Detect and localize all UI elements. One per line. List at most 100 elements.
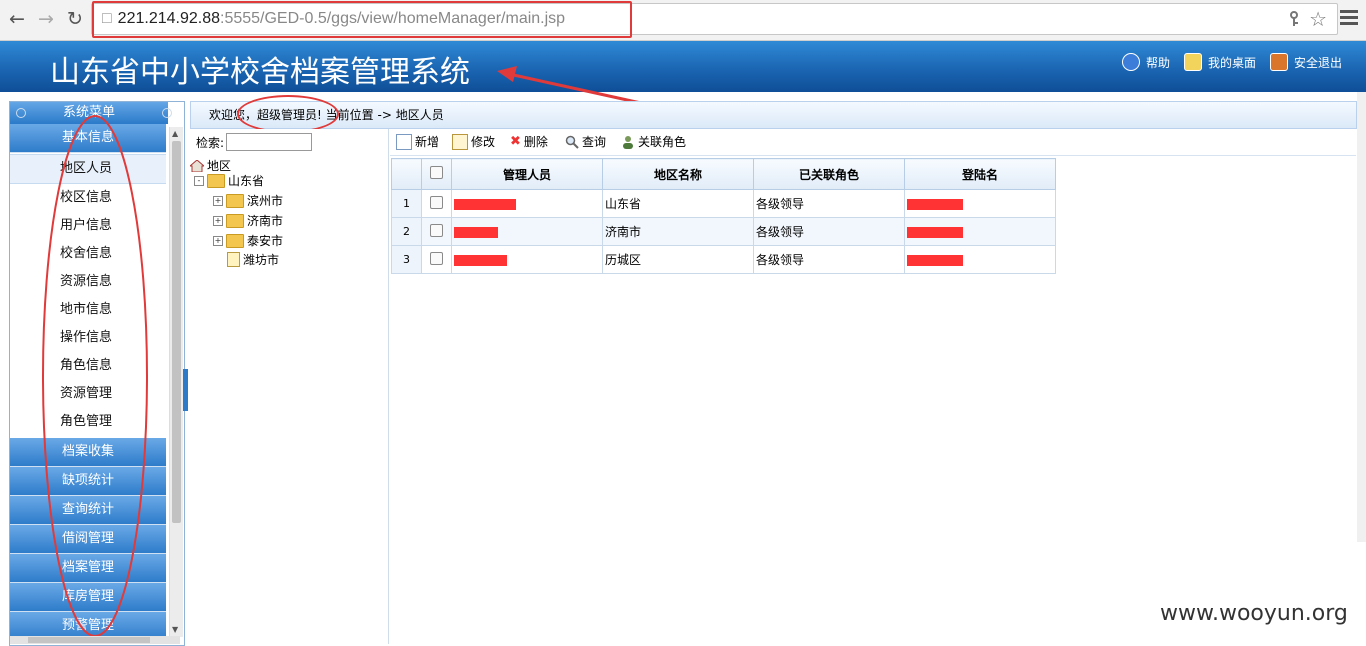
staff-grid: 管理人员 地区名称 已关联角色 登陆名 1 山东省 各级领导 2 济南市 各级领…	[391, 158, 1056, 274]
tree-search-input[interactable]	[226, 133, 313, 151]
table-row[interactable]: 3 历城区 各级领导	[391, 245, 1056, 274]
scroll-down-icon[interactable]: ▼	[172, 625, 178, 634]
desktop-label: 我的桌面	[1207, 55, 1256, 70]
tree-city-label: 济南市	[247, 214, 284, 228]
column-header-login[interactable]: 登陆名	[904, 158, 1056, 190]
url-annotation-box	[92, 1, 632, 38]
back-arrow-icon[interactable]: ←	[7, 9, 27, 29]
redacted-block	[454, 226, 498, 238]
collapse-minus-icon[interactable]: -	[194, 175, 204, 186]
tree-search-label: 检索:	[196, 135, 225, 150]
query-button[interactable]: 查询	[565, 133, 606, 150]
redacted-block	[907, 198, 963, 210]
desktop-icon	[1183, 53, 1202, 71]
region-cell: 历城区	[602, 245, 754, 274]
delete-x-icon: ✖	[510, 134, 521, 149]
row-number: 2	[391, 217, 422, 246]
select-all-checkbox[interactable]	[430, 166, 443, 179]
tree-node-city[interactable]: + 滨州市	[213, 192, 283, 209]
edit-label: 修改	[471, 135, 496, 149]
row-checkbox[interactable]	[430, 223, 443, 237]
folder-open-icon	[207, 173, 225, 188]
sidebar-scroll-thumb[interactable]	[172, 141, 181, 523]
tree-city-label: 潍坊市	[243, 253, 280, 267]
browser-menu-icon[interactable]	[1340, 10, 1358, 28]
manager-cell	[451, 245, 603, 274]
key-icon[interactable]	[1287, 11, 1301, 27]
current-location: 地区人员	[395, 108, 444, 122]
delete-label: 删除	[523, 135, 548, 149]
breadcrumb-arrow: ->	[377, 108, 392, 122]
table-row[interactable]: 2 济南市 各级领导	[391, 217, 1056, 246]
column-header-region[interactable]: 地区名称	[602, 158, 754, 190]
grid-toolbar: 新增 修改 ✖ 删除 查询 关联角色	[390, 129, 1356, 156]
expand-plus-icon[interactable]: +	[213, 195, 223, 206]
help-label: 帮助	[1145, 55, 1170, 70]
add-button[interactable]: 新增	[396, 133, 439, 150]
leaf-page-icon	[227, 252, 240, 267]
row-checkbox[interactable]	[430, 251, 443, 265]
add-page-icon	[396, 133, 412, 150]
edit-button[interactable]: 修改	[452, 133, 495, 150]
row-number-header	[391, 158, 422, 190]
sidebar-dot-icon	[16, 108, 26, 118]
browser-toolbar: ← → ↻ □ 221.214.92.88:5555/GED-0.5/ggs/vi…	[0, 0, 1366, 41]
role-cell: 各级领导	[753, 189, 905, 218]
help-icon	[1121, 53, 1140, 71]
app-title: 山东省中小学校舍档案管理系统	[50, 55, 470, 90]
delete-button[interactable]: ✖ 删除	[510, 133, 548, 150]
folder-icon	[226, 193, 244, 208]
row-checkbox-cell[interactable]	[421, 217, 452, 246]
header-links: 帮助 我的桌面 安全退出	[1121, 53, 1342, 71]
tree-node-city[interactable]: + 泰安市	[213, 232, 283, 249]
logout-link[interactable]: 安全退出	[1269, 53, 1342, 71]
manager-cell	[451, 189, 603, 218]
logout-label: 安全退出	[1293, 55, 1342, 70]
role-cell: 各级领导	[753, 217, 905, 246]
redacted-block	[454, 198, 516, 210]
link-role-button[interactable]: 关联角色	[621, 133, 686, 150]
query-label: 查询	[582, 135, 607, 149]
scroll-up-icon[interactable]: ▲	[172, 129, 178, 138]
row-number: 3	[391, 245, 422, 274]
sidebar-horizontal-scrollbar[interactable]	[10, 636, 180, 644]
grid-header-row: 管理人员 地区名称 已关联角色 登陆名	[391, 158, 1056, 190]
bookmark-star-icon[interactable]: ☆	[1309, 7, 1327, 31]
select-all-header[interactable]	[421, 158, 452, 190]
row-checkbox[interactable]	[430, 195, 443, 209]
column-header-manager[interactable]: 管理人员	[451, 158, 603, 190]
role-cell: 各级领导	[753, 245, 905, 274]
tree-search-row: 检索:	[196, 133, 313, 151]
expand-plus-icon[interactable]: +	[213, 235, 223, 246]
sidebar-scrollbar[interactable]: ▲ ▼	[169, 127, 183, 637]
horizontal-scroll-thumb[interactable]	[28, 637, 150, 643]
sidebar-annotation-ellipse	[42, 115, 148, 637]
login-cell	[904, 189, 1056, 218]
sidebar-collapse-handle[interactable]	[183, 369, 188, 411]
redacted-block	[907, 254, 963, 266]
expand-plus-icon[interactable]: +	[213, 215, 223, 226]
row-checkbox-cell[interactable]	[421, 245, 452, 274]
link-role-label: 关联角色	[638, 135, 687, 149]
desktop-link[interactable]: 我的桌面	[1183, 53, 1256, 71]
tree-node-city[interactable]: + 济南市	[213, 212, 283, 229]
tree-province-label: 山东省	[228, 174, 265, 188]
row-checkbox-cell[interactable]	[421, 189, 452, 218]
redacted-block	[454, 254, 507, 266]
region-cell: 山东省	[602, 189, 754, 218]
folder-icon	[226, 233, 244, 248]
column-header-role[interactable]: 已关联角色	[753, 158, 905, 190]
breadcrumb: 欢迎您，超级管理员! 当前位置 -> 地区人员	[190, 101, 1357, 129]
exit-icon	[1269, 53, 1288, 71]
login-cell	[904, 245, 1056, 274]
redacted-block	[907, 226, 963, 238]
forward-arrow-icon[interactable]: →	[36, 9, 56, 29]
tree-node-province[interactable]: - 山东省	[194, 172, 264, 189]
reload-icon[interactable]: ↻	[65, 9, 85, 29]
tree-node-city[interactable]: 潍坊市	[227, 251, 279, 268]
home-icon	[190, 159, 204, 172]
right-edge-scroll-area	[1357, 92, 1366, 542]
help-link[interactable]: 帮助	[1121, 53, 1170, 71]
table-row[interactable]: 1 山东省 各级领导	[391, 189, 1056, 218]
sidebar-dot-icon	[162, 108, 172, 118]
